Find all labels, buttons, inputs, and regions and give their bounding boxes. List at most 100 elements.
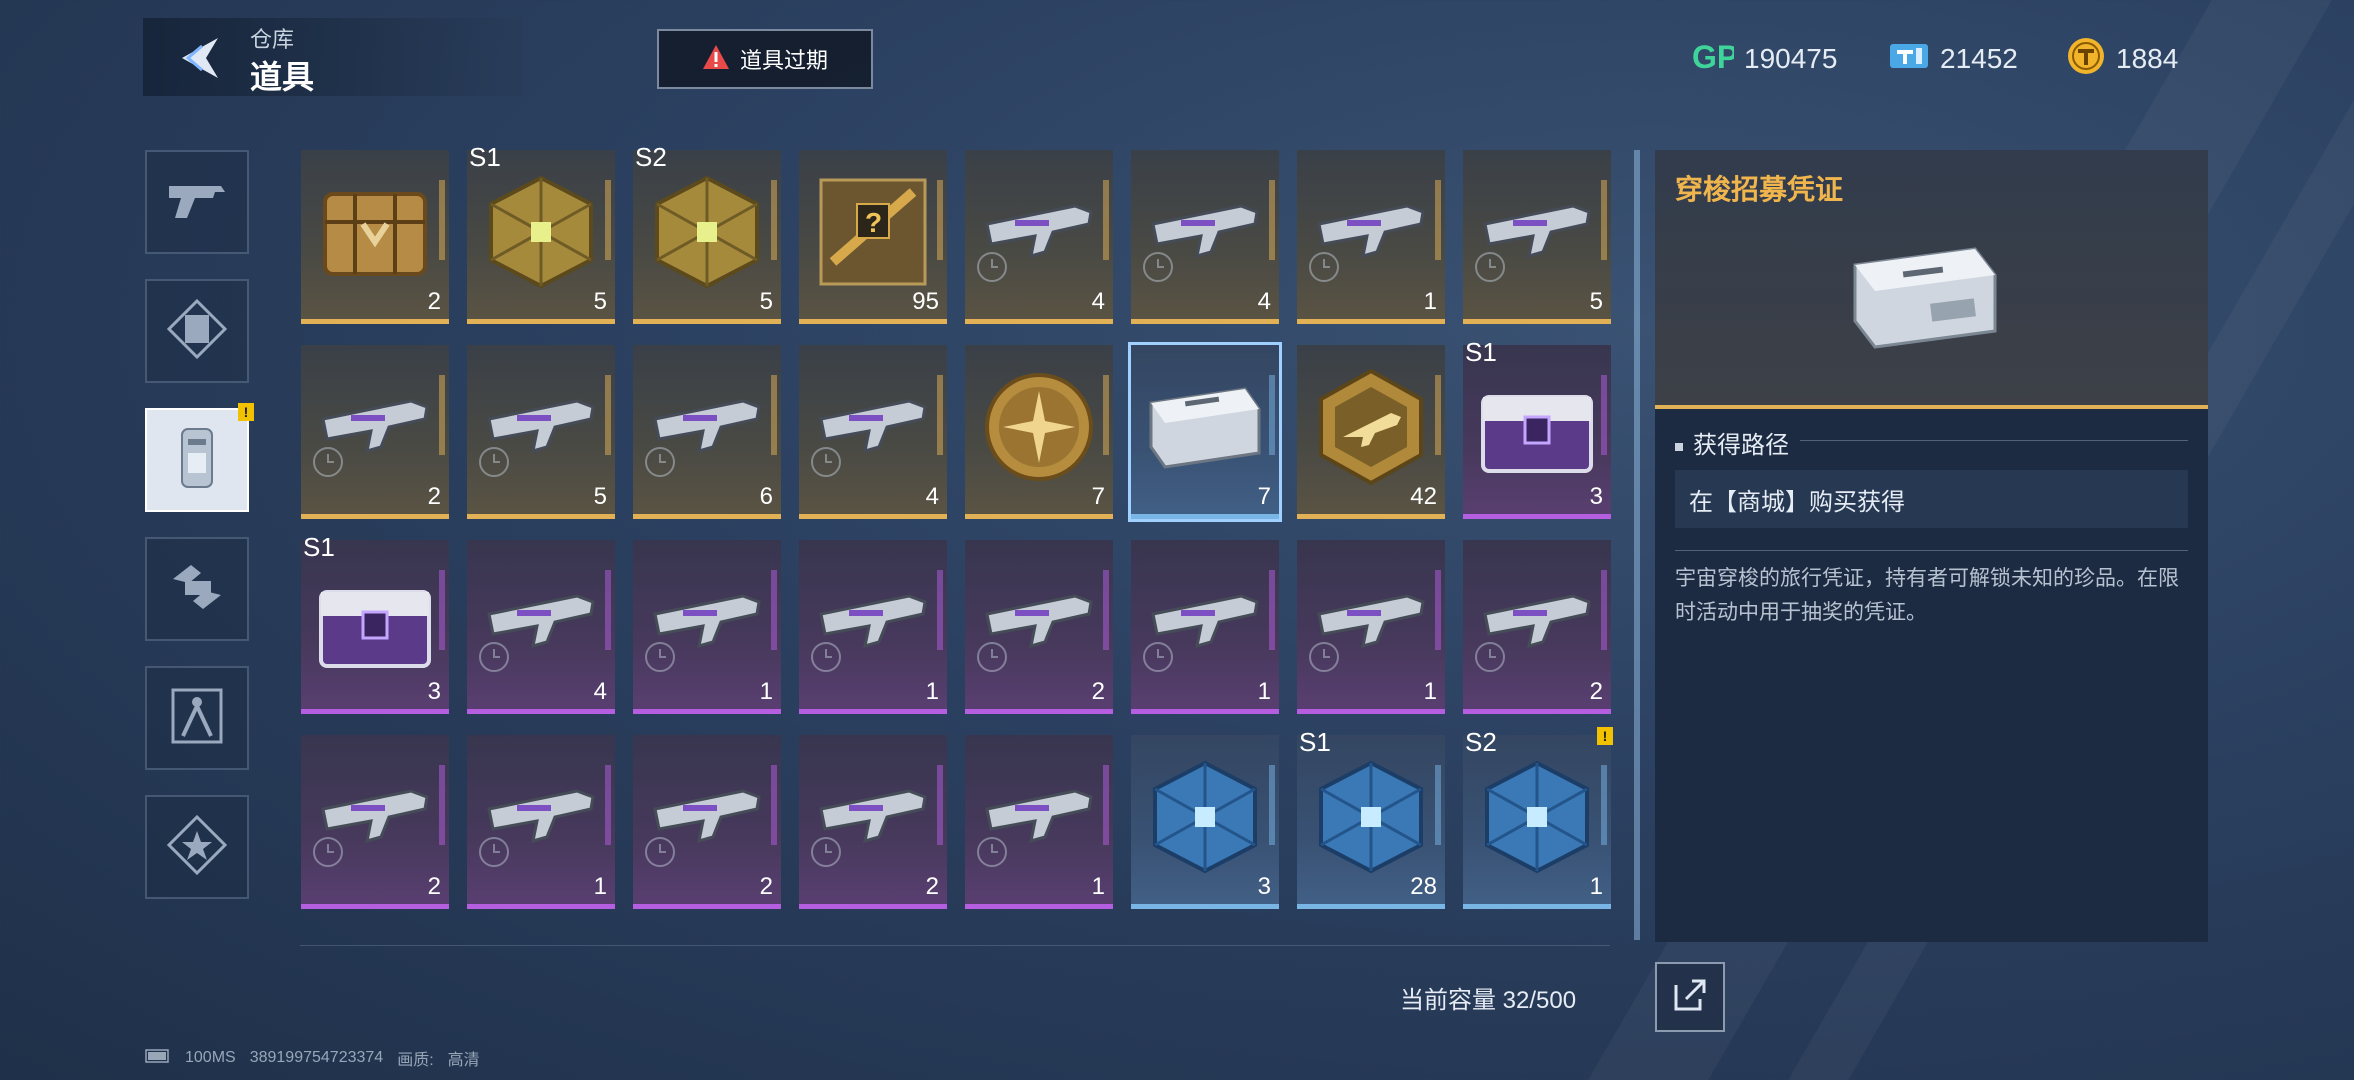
quality-label: 画质: [397,1052,434,1069]
sidebar-tab-weapons[interactable] [145,150,249,254]
item-slot[interactable]: 3 S1 [1463,337,1611,519]
item-slot[interactable]: 28 S1 [1297,727,1445,909]
ticket-amount: 21452 [1940,43,2018,74]
svg-text:?: ? [865,207,882,238]
item-count: 1 [1257,678,1271,705]
item-slot[interactable]: 3 S1 [301,532,449,714]
item-slot[interactable]: 2 [301,735,449,909]
item-slot[interactable]: 2 [1463,540,1611,714]
item-slot[interactable]: 4 [467,540,615,714]
item-count: 1 [759,678,773,705]
season-tag: S1 [1299,727,1331,757]
grid-divider [300,945,1610,946]
detail-header: 穿梭招募凭证 [1655,150,2208,409]
item-count: 2 [925,873,939,900]
rarity-bar [633,514,781,519]
rarity-edge [937,765,943,845]
item-slot[interactable]: 4 [1131,150,1279,324]
mystery-icon: ? [813,172,933,292]
sidebar-tab-frames[interactable] [145,279,249,383]
expired-items-label: 道具过期 [739,48,828,73]
item-slot[interactable]: 5 S2 [633,142,781,324]
item-slot[interactable]: 2 [301,150,449,324]
section-line [1800,440,2188,441]
rarity-edge [1601,180,1607,260]
item-slot[interactable]: 4 [799,345,947,519]
item-count: 1 [1423,288,1437,315]
share-button[interactable] [1655,962,1725,1032]
item-slot[interactable]: 2 [301,345,449,519]
item-slot[interactable]: 2 [965,540,1113,714]
item-slot[interactable]: 1 [799,540,947,714]
frame-icon [166,298,228,364]
item-slot[interactable]: 1 [1297,150,1445,324]
rarity-edge [1601,570,1607,650]
rarity-edge [605,375,611,455]
item-slot[interactable]: 42 [1297,345,1445,519]
bluecube-icon [1145,757,1265,877]
rarity-bar [467,904,615,909]
clock-icon [311,835,345,869]
rarity-bar [799,904,947,909]
item-count: 2 [427,873,441,900]
back-arrow-icon[interactable] [172,32,224,84]
status-footer: 100MS 389199754723374 画质: 高清 [145,1046,480,1070]
item-slot[interactable]: 3 [1131,735,1279,909]
rarity-edge [771,765,777,845]
voucher-icon [1845,235,2005,355]
rarity-bar [1297,514,1445,519]
coin-icon [2066,36,2106,83]
item-slot[interactable]: 1 [467,735,615,909]
rarity-edge [1435,765,1441,845]
sidebar-tab-social[interactable] [145,537,249,641]
grid-scrollbar[interactable] [1634,150,1640,940]
rarity-bar [1131,709,1279,714]
ticket-icon [1888,40,1930,79]
item-slot[interactable]: 1 [1131,540,1279,714]
item-slot[interactable]: 5 [1463,150,1611,324]
rarity-bar [1463,514,1611,519]
clock-icon [1141,250,1175,284]
source-text: 在【商城】购买获得 [1675,470,2188,528]
item-slot[interactable]: 2 [799,735,947,909]
item-slot[interactable]: 7 [1128,342,1282,522]
rarity-bar [965,319,1113,324]
item-count: 3 [1589,483,1603,510]
item-slot[interactable]: 6 [633,345,781,519]
item-slot[interactable]: 5 [467,345,615,519]
svg-text:GP: GP [1692,39,1734,73]
rarity-bar [965,514,1113,519]
item-slot[interactable]: ? 95 [799,150,947,324]
rarity-edge [1435,570,1441,650]
rarity-edge [937,180,943,260]
rarity-edge [605,765,611,845]
bluecube-icon [1477,757,1597,877]
chest-icon [315,562,435,682]
rarity-bar [1463,319,1611,324]
compass-icon [169,686,225,751]
rarity-edge [605,570,611,650]
item-slot[interactable]: 7 [965,345,1113,519]
bullet-icon [1675,442,1683,451]
item-slot[interactable]: 1 S2! [1463,727,1613,909]
rarity-bar [301,709,449,714]
item-count: 4 [593,678,607,705]
clock-icon [975,250,1009,284]
item-slot[interactable]: 1 [633,540,781,714]
item-slot[interactable]: 1 [965,735,1113,909]
item-slot[interactable]: 5 S1 [467,142,615,324]
item-slot[interactable]: 2 [633,735,781,909]
rarity-edge [771,180,777,260]
gp-amount: 190475 [1744,43,1838,74]
sidebar-tab-blueprints[interactable] [145,666,249,770]
expired-items-button[interactable]: 道具过期 [657,29,873,89]
item-slot[interactable]: 4 [965,150,1113,324]
item-slot[interactable]: 1 [1297,540,1445,714]
sidebar-tab-favorites[interactable] [145,795,249,899]
sidebar-tab-items[interactable] [145,408,249,512]
clock-icon [1473,640,1507,674]
rarity-bar [467,709,615,714]
item-count: 95 [912,288,939,315]
cube-icon [647,172,767,292]
item-count: 1 [593,873,607,900]
